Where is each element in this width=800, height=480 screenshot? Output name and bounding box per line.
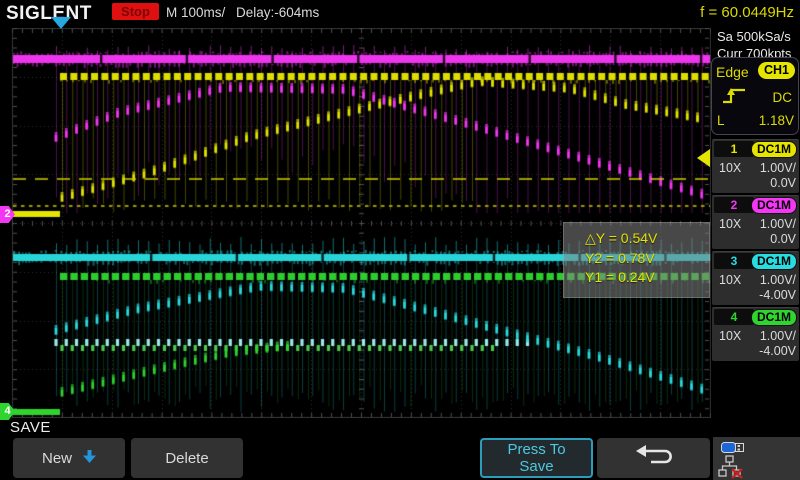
sample-rate-readout: Sa 500kSa/s (717, 29, 791, 46)
trigger-type-label: Edge (716, 64, 749, 80)
channel3-offset: -4.00V (759, 288, 796, 302)
lan-disconnected-icon (718, 455, 746, 480)
return-arrow-icon (631, 443, 677, 473)
channel2-info-panel[interactable]: 2 DC1M 10X 1.00V/ 0.0V (712, 195, 799, 249)
press-to-save-line1: Press To (507, 441, 565, 458)
channel3-number: 3 (714, 253, 754, 269)
dropdown-arrow-icon (83, 450, 96, 467)
back-button[interactable] (597, 438, 710, 478)
brand-logo: SIGLENT (6, 3, 92, 25)
channel1-info-panel[interactable]: 1 DC1M 10X 1.00V/ 0.0V (712, 139, 799, 193)
cursor-y2-value: Y2 = 0.78V (585, 249, 709, 269)
channel2-coupling-badge: DC1M (751, 197, 797, 214)
cursor-delta-y-value: △Y = 0.54V (585, 229, 709, 249)
cursor-readout-panel: △Y = 0.54V Y2 = 0.78V Y1 = 0.24V (563, 222, 710, 298)
run-state-badge[interactable]: Stop (112, 3, 159, 20)
channel3-coupling-badge: DC1M (751, 253, 797, 270)
new-button-label: New (42, 450, 72, 467)
channel4-number: 4 (714, 309, 754, 325)
status-icon-panel (713, 437, 800, 480)
delete-button-label: Delete (165, 450, 208, 467)
channel2-number: 2 (714, 197, 754, 213)
channel2-attenuation: 10X (719, 217, 741, 231)
channel1-number: 1 (714, 141, 754, 157)
trigger-delay-readout: Delay:-604ms (236, 5, 319, 20)
trigger-info-panel[interactable]: Edge CH1 DC L 1.18V (711, 57, 799, 135)
channel1-coupling-badge: DC1M (751, 141, 797, 158)
channel2-offset: 0.0V (770, 232, 796, 246)
timebase-readout: M 100ms/ (166, 5, 225, 20)
channel4-scale: 1.00V/ (760, 329, 796, 343)
rising-edge-icon (721, 86, 747, 111)
channel3-info-panel[interactable]: 3 DC1M 10X 1.00V/ -4.00V (712, 251, 799, 305)
trigger-position-marker[interactable] (51, 17, 71, 29)
channel1-attenuation: 10X (719, 161, 741, 175)
channel4-info-panel[interactable]: 4 DC1M 10X 1.00V/ -4.00V (712, 307, 799, 361)
channel3-attenuation: 10X (719, 273, 741, 287)
press-to-save-button[interactable]: Press To Save (480, 438, 593, 478)
trigger-level-marker[interactable] (697, 149, 710, 167)
menu-title: SAVE (10, 419, 51, 436)
channel4-attenuation: 10X (719, 329, 741, 343)
trigger-source-badge: CH1 (758, 62, 795, 79)
channel4-offset: -4.00V (759, 344, 796, 358)
oscilloscope-screen: SIGLENT Stop M 100ms/ Delay:-604ms f = 6… (0, 0, 800, 480)
top-status-bar: SIGLENT Stop M 100ms/ Delay:-604ms f = 6… (0, 0, 800, 28)
channel3-scale: 1.00V/ (760, 273, 796, 287)
trigger-level-value: 1.18V (759, 113, 794, 128)
channel1-offset: 0.0V (770, 176, 796, 190)
trigger-coupling-value: DC (773, 90, 793, 105)
bottom-menu-bar: SAVE New Delete Press To Save (0, 418, 800, 480)
right-sidebar: Sa 500kSa/s Curr 700kpts Edge CH1 DC L 1… (711, 28, 800, 418)
channel1-scale: 1.00V/ (760, 161, 796, 175)
press-to-save-line2: Save (519, 458, 553, 475)
cursor-y1-value: Y1 = 0.24V (585, 268, 709, 288)
channel2-scale: 1.00V/ (760, 217, 796, 231)
frequency-counter: f = 60.0449Hz (700, 4, 794, 21)
channel4-coupling-badge: DC1M (751, 309, 797, 326)
new-button[interactable]: New (13, 438, 125, 478)
trigger-level-label: L (717, 113, 725, 128)
delete-button[interactable]: Delete (131, 438, 243, 478)
